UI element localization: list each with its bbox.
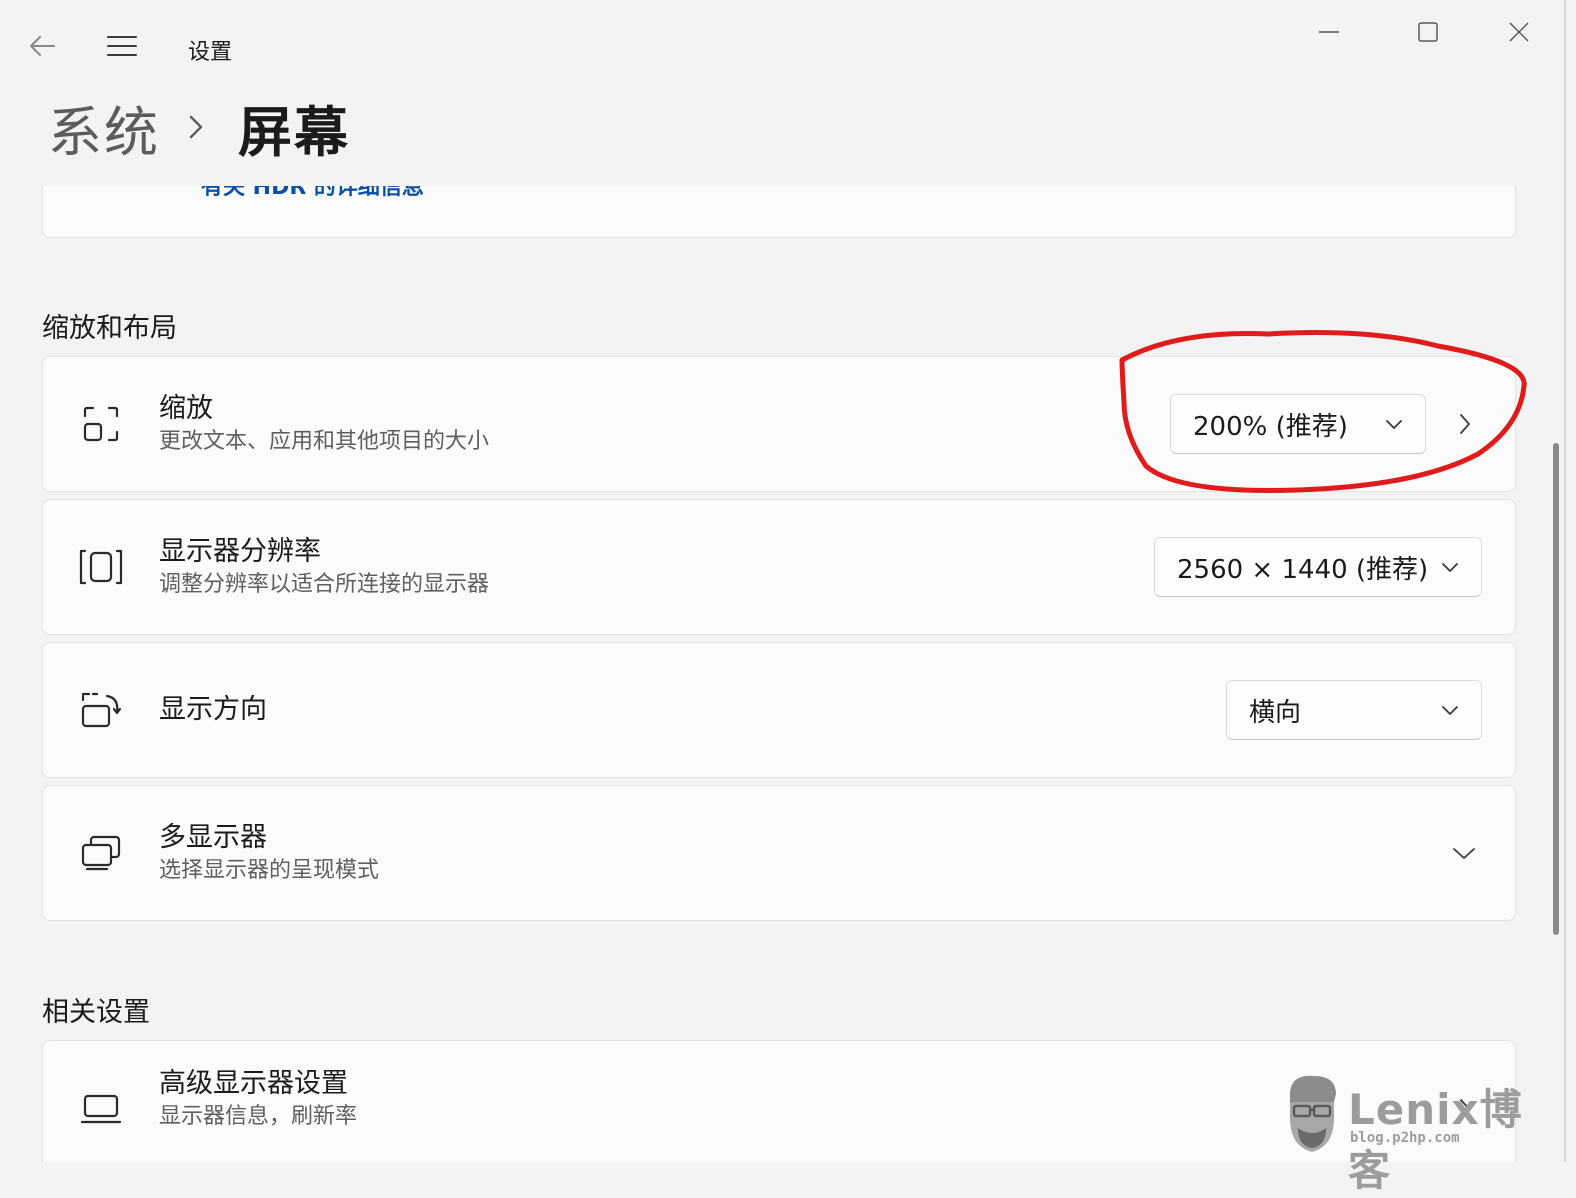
orientation-dropdown[interactable]: 横向	[1226, 680, 1482, 740]
close-button[interactable]	[1496, 12, 1542, 52]
close-icon	[1509, 22, 1529, 42]
chevron-down-icon	[1441, 704, 1459, 716]
app-title: 设置	[188, 40, 233, 65]
related-settings-section-title: 相关设置	[42, 997, 150, 1028]
scale-layout-section-title: 缩放和布局	[42, 313, 177, 344]
chevron-down-icon	[1441, 561, 1459, 573]
scale-dropdown[interactable]: 200% (推荐)	[1170, 394, 1426, 454]
multiple-displays-title: 多显示器	[159, 822, 267, 853]
multiple-displays-icon	[79, 831, 123, 875]
page-title: 屏幕	[238, 100, 350, 164]
orientation-icon	[79, 688, 123, 732]
laptop-icon	[79, 1086, 123, 1130]
scale-row: 缩放 更改文本、应用和其他项目的大小 200% (推荐)	[42, 356, 1516, 492]
watermark-url: blog.p2hp.com	[1350, 1130, 1460, 1146]
resolution-row: 显示器分辨率 调整分辨率以适合所连接的显示器 2560 × 1440 (推荐)	[42, 499, 1516, 635]
resolution-title: 显示器分辨率	[159, 536, 321, 567]
scale-subtitle: 更改文本、应用和其他项目的大小	[159, 429, 490, 454]
breadcrumb: 系统 屏幕	[48, 92, 350, 164]
scale-title: 缩放	[159, 393, 213, 424]
orientation-dropdown-value: 横向	[1249, 697, 1302, 728]
back-arrow-icon	[30, 36, 55, 56]
hamburger-menu-icon	[107, 36, 137, 56]
resolution-dropdown[interactable]: 2560 × 1440 (推荐)	[1154, 537, 1482, 597]
expand-chevron-down-icon[interactable]	[1449, 838, 1479, 868]
watermark-avatar-icon	[1290, 1075, 1336, 1152]
scale-icon	[79, 402, 123, 446]
maximize-icon	[1418, 22, 1438, 42]
scrollbar-thumb[interactable]	[1553, 443, 1559, 935]
chevron-down-icon	[1385, 418, 1403, 430]
hdr-info-link[interactable]: 有关 HDR 的详细信息	[201, 186, 424, 201]
orientation-row: 显示方向 横向	[42, 642, 1516, 778]
maximize-button[interactable]	[1405, 12, 1451, 52]
watermark: Lenix博客 blog.p2hp.com	[1282, 1070, 1562, 1195]
advanced-display-subtitle: 显示器信息，刷新率	[159, 1104, 358, 1129]
resolution-dropdown-value: 2560 × 1440 (推荐)	[1177, 554, 1429, 585]
advanced-display-title: 高级显示器设置	[159, 1068, 348, 1099]
multiple-displays-row[interactable]: 多显示器 选择显示器的呈现模式	[42, 785, 1516, 921]
navigation-menu-button[interactable]	[100, 28, 144, 64]
minimize-button[interactable]	[1306, 12, 1352, 52]
breadcrumb-chevron-icon	[188, 114, 204, 140]
resolution-subtitle: 调整分辨率以适合所连接的显示器	[159, 572, 490, 597]
orientation-title: 显示方向	[159, 694, 267, 725]
multiple-displays-subtitle: 选择显示器的呈现模式	[159, 858, 380, 883]
back-button[interactable]	[22, 28, 62, 64]
scale-custom-chevron-right-icon[interactable]	[1453, 409, 1477, 439]
title-bar: 设置	[0, 0, 1566, 90]
scale-dropdown-value: 200% (推荐)	[1193, 411, 1348, 442]
settings-content: 有关 HDR 的详细信息 缩放和布局 缩放 更改文本、应用和其他项目的大小 20…	[0, 186, 1566, 1162]
breadcrumb-parent-system[interactable]: 系统	[48, 88, 160, 167]
minimize-icon	[1319, 31, 1339, 33]
hdr-card: 有关 HDR 的详细信息	[42, 186, 1516, 238]
resolution-icon	[79, 545, 123, 589]
